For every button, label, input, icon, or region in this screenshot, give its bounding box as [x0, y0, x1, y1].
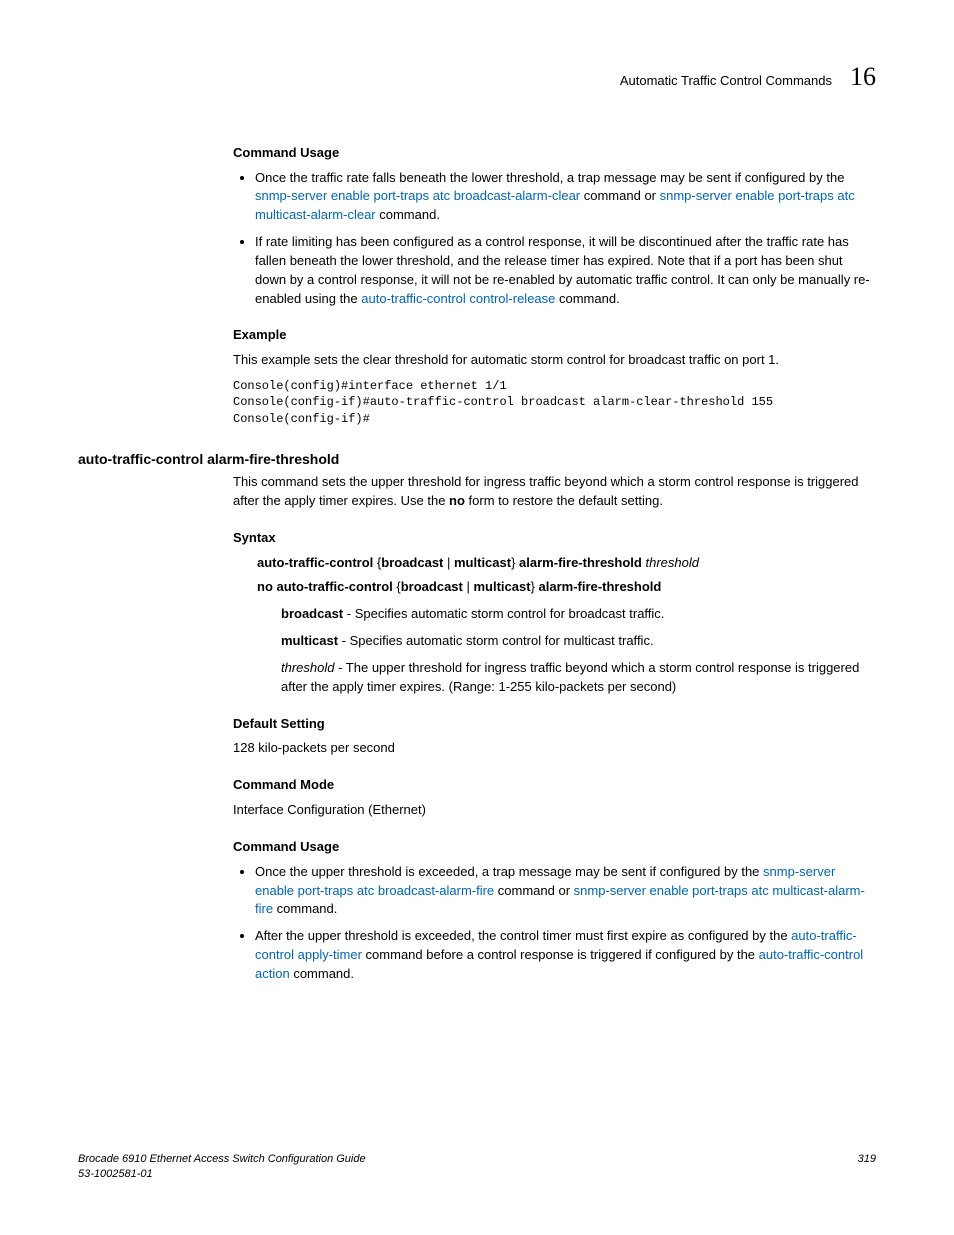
- link-control-release[interactable]: auto-traffic-control control-release: [361, 291, 555, 306]
- page-footer: Brocade 6910 Ethernet Access Switch Conf…: [78, 1152, 876, 1181]
- syntax-keyword: no auto-traffic-control: [257, 579, 393, 594]
- list-item: Once the traffic rate falls beneath the …: [255, 169, 876, 226]
- text-fragment: Once the traffic rate falls beneath the …: [255, 170, 844, 185]
- param-desc: - The upper threshold for ingress traffi…: [281, 660, 859, 694]
- text-fragment: command or: [580, 188, 659, 203]
- heading-default-setting: Default Setting: [233, 715, 876, 734]
- parameter-item: broadcast - Specifies automatic storm co…: [281, 605, 876, 624]
- command-title: auto-traffic-control alarm-fire-threshol…: [78, 449, 876, 469]
- syntax-keyword: auto-traffic-control: [257, 555, 373, 570]
- bullet-list: Once the traffic rate falls beneath the …: [233, 169, 876, 309]
- list-item: After the upper threshold is exceeded, t…: [255, 927, 876, 984]
- param-desc: - Specifies automatic storm control for …: [343, 606, 664, 621]
- syntax-param: threshold: [642, 555, 699, 570]
- syntax-line: no auto-traffic-control {broadcast | mul…: [257, 578, 876, 597]
- text-fragment: command.: [376, 207, 440, 222]
- text-fragment: command or: [494, 883, 573, 898]
- footer-doc-title: Brocade 6910 Ethernet Access Switch Conf…: [78, 1152, 366, 1166]
- command-description: This command sets the upper threshold fo…: [233, 473, 876, 511]
- syntax-line: auto-traffic-control {broadcast | multic…: [257, 554, 876, 573]
- text-fragment: After the upper threshold is exceeded, t…: [255, 928, 791, 943]
- heading-example: Example: [233, 326, 876, 345]
- list-item: If rate limiting has been configured as …: [255, 233, 876, 308]
- syntax-punct: }: [511, 555, 519, 570]
- heading-syntax: Syntax: [233, 529, 876, 548]
- footer-page-number: 319: [858, 1152, 876, 1181]
- example-description: This example sets the clear threshold fo…: [233, 351, 876, 370]
- document-page: Automatic Traffic Control Commands 16 Co…: [0, 0, 954, 1235]
- syntax-keyword: broadcast: [401, 579, 463, 594]
- default-setting-text: 128 kilo-packets per second: [233, 739, 876, 758]
- param-name: broadcast: [281, 606, 343, 621]
- syntax-keyword: alarm-fire-threshold: [519, 555, 642, 570]
- syntax-punct: }: [531, 579, 539, 594]
- heading-command-mode: Command Mode: [233, 776, 876, 795]
- content-block-1: Command Usage Once the traffic rate fall…: [233, 144, 876, 427]
- header-title: Automatic Traffic Control Commands: [620, 72, 832, 91]
- param-name: multicast: [281, 633, 338, 648]
- syntax-punct: |: [443, 555, 454, 570]
- syntax-keyword: multicast: [454, 555, 511, 570]
- heading-command-usage-2: Command Usage: [233, 838, 876, 857]
- list-item: Once the upper threshold is exceeded, a …: [255, 863, 876, 920]
- heading-command-usage: Command Usage: [233, 144, 876, 163]
- text-fragment: Once the upper threshold is exceeded, a …: [255, 864, 763, 879]
- parameter-block: broadcast - Specifies automatic storm co…: [281, 605, 876, 696]
- param-name: threshold: [281, 660, 334, 675]
- page-header: Automatic Traffic Control Commands 16: [78, 58, 876, 96]
- link-snmp-broadcast-clear[interactable]: snmp-server enable port-traps atc broadc…: [255, 188, 580, 203]
- syntax-keyword: alarm-fire-threshold: [539, 579, 662, 594]
- parameter-item: multicast - Specifies automatic storm co…: [281, 632, 876, 651]
- syntax-block: auto-traffic-control {broadcast | multic…: [257, 554, 876, 697]
- text-fragment: form to restore the default setting.: [465, 493, 663, 508]
- syntax-keyword: multicast: [473, 579, 530, 594]
- footer-left: Brocade 6910 Ethernet Access Switch Conf…: [78, 1152, 366, 1181]
- parameter-item: threshold - The upper threshold for ingr…: [281, 659, 876, 697]
- code-block: Console(config)#interface ethernet 1/1 C…: [233, 378, 876, 427]
- text-fragment: command.: [555, 291, 619, 306]
- footer-doc-id: 53-1002581-01: [78, 1167, 366, 1181]
- chapter-number: 16: [850, 58, 876, 96]
- text-fragment: command before a control response is tri…: [362, 947, 759, 962]
- syntax-keyword: broadcast: [381, 555, 443, 570]
- text-fragment: command.: [273, 901, 337, 916]
- text-fragment: command.: [290, 966, 354, 981]
- bullet-list: Once the upper threshold is exceeded, a …: [233, 863, 876, 984]
- syntax-punct: |: [463, 579, 474, 594]
- content-block-2: This command sets the upper threshold fo…: [233, 473, 876, 984]
- syntax-punct: {: [393, 579, 401, 594]
- keyword-no: no: [449, 493, 465, 508]
- param-desc: - Specifies automatic storm control for …: [338, 633, 653, 648]
- command-mode-text: Interface Configuration (Ethernet): [233, 801, 876, 820]
